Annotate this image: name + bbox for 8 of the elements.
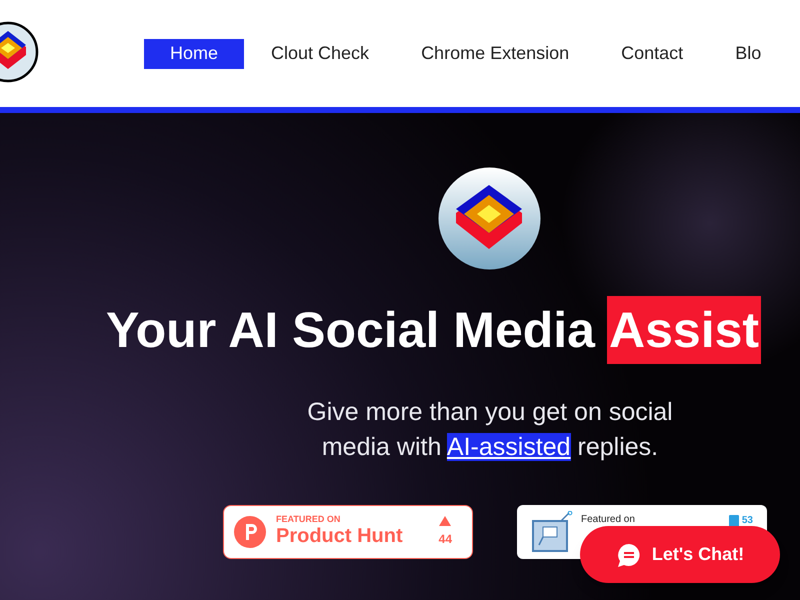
badge-caption: Featured on xyxy=(581,514,635,526)
badge-count: 53 xyxy=(742,514,753,528)
badge-caption: FEATURED ON xyxy=(276,515,342,524)
upvote-count: 44 xyxy=(438,531,452,548)
hero-subtitle: Give more than you get on social media with AI-assisted replies. xyxy=(306,397,674,463)
badge-title: Product Hunt xyxy=(276,524,403,549)
hero-title-highlight: Assist xyxy=(607,296,762,364)
hero-title: Your AI Social Media xyxy=(106,305,595,355)
